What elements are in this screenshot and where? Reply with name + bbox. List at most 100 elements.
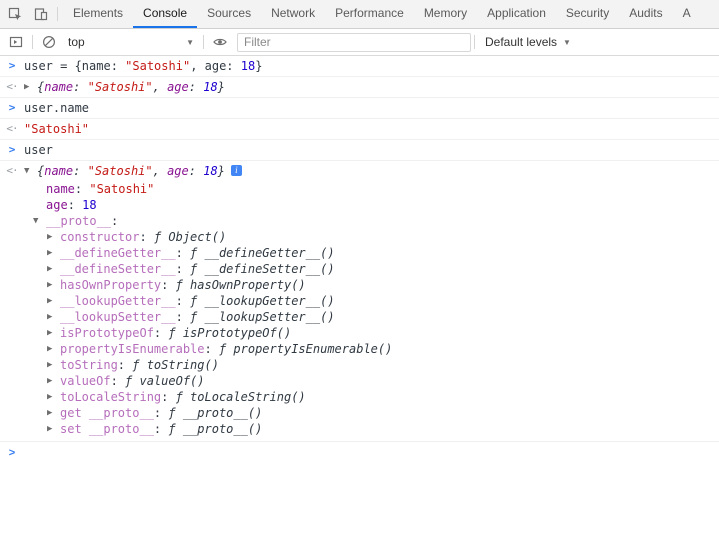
console-text: __defineGetter__: ƒ __defineGetter__() xyxy=(60,245,335,261)
proto-property-row: ▶__lookupGetter__: ƒ __lookupGetter__() xyxy=(0,293,719,309)
triangle-collapsed-icon[interactable]: ▶ xyxy=(47,341,60,357)
divider xyxy=(203,35,204,49)
console-text: get __proto__: ƒ __proto__() xyxy=(60,405,262,421)
info-icon[interactable]: i xyxy=(231,165,242,176)
console-text: user xyxy=(24,142,53,158)
triangle-collapsed-icon[interactable]: ▶ xyxy=(47,293,60,309)
result-chevron-icon: <· xyxy=(0,163,24,179)
console-text: isPrototypeOf: ƒ isPrototypeOf() xyxy=(60,325,291,341)
triangle-collapsed-icon[interactable]: ▶ xyxy=(47,309,60,325)
inspect-icon[interactable] xyxy=(2,1,28,27)
panel-tabbar: ElementsConsoleSourcesNetworkPerformance… xyxy=(0,0,719,29)
eye-icon[interactable] xyxy=(207,29,233,55)
panel-tabs: ElementsConsoleSourcesNetworkPerformance… xyxy=(63,0,719,28)
console-prompt: > xyxy=(0,442,719,463)
devtools-window: ElementsConsoleSourcesNetworkPerformance… xyxy=(0,0,719,463)
console-text: __proto__: xyxy=(46,213,118,229)
proto-property-row: ▶valueOf: ƒ valueOf() xyxy=(0,373,719,389)
property-row: age: 18 xyxy=(0,197,719,213)
proto-property-row: ▶__defineSetter__: ƒ __defineSetter__() xyxy=(0,261,719,277)
triangle-expanded-icon[interactable]: ▼ xyxy=(33,213,46,229)
proto-property-row: ▶__defineGetter__: ƒ __defineGetter__() xyxy=(0,245,719,261)
triangle-collapsed-icon[interactable]: ▶ xyxy=(47,261,60,277)
console-text: toString: ƒ toString() xyxy=(60,357,219,373)
triangle-collapsed-icon[interactable]: ▶ xyxy=(47,325,60,341)
console-text: {name: "Satoshi", age: 18} xyxy=(37,79,225,95)
triangle-collapsed-icon[interactable]: ▶ xyxy=(47,277,60,293)
console-text: __lookupGetter__: ƒ __lookupGetter__() xyxy=(60,293,335,309)
filter-input[interactable] xyxy=(237,33,471,52)
triangle-collapsed-icon[interactable]: ▶ xyxy=(47,245,60,261)
frame-context-selector[interactable]: top ▼ xyxy=(62,35,200,49)
proto-property-row: ▶toLocaleString: ƒ toLocaleString() xyxy=(0,389,719,405)
console-text: user = {name: "Satoshi", age: 18} xyxy=(24,58,262,74)
console-text: user.name xyxy=(24,100,89,116)
proto-property-row: ▶isPrototypeOf: ƒ isPrototypeOf() xyxy=(0,325,719,341)
prompt-chevron-icon: > xyxy=(0,445,24,461)
console-text: toLocaleString: ƒ toLocaleString() xyxy=(60,389,306,405)
console-text: name: "Satoshi" xyxy=(46,181,154,197)
triangle-collapsed-icon[interactable]: ▶ xyxy=(47,357,60,373)
console-result-row: <·"Satoshi" xyxy=(0,119,719,140)
tab-performance[interactable]: Performance xyxy=(325,0,414,28)
tab-security[interactable]: Security xyxy=(556,0,619,28)
command-chevron-icon: > xyxy=(0,58,24,74)
triangle-collapsed-icon[interactable]: ▶ xyxy=(47,373,60,389)
tab-audits[interactable]: Audits xyxy=(619,0,672,28)
log-levels-dropdown[interactable]: Default levels ▼ xyxy=(478,35,578,49)
divider xyxy=(32,35,33,49)
console-text: __defineSetter__: ƒ __defineSetter__() xyxy=(60,261,335,277)
console-text: constructor: ƒ Object() xyxy=(60,229,226,245)
triangle-expanded-icon[interactable]: ▼ xyxy=(24,163,37,179)
triangle-collapsed-icon[interactable]: ▶ xyxy=(47,389,60,405)
chevron-down-icon: ▼ xyxy=(563,38,571,47)
triangle-collapsed-icon[interactable]: ▶ xyxy=(24,79,37,95)
console-prompt-input[interactable] xyxy=(24,445,719,461)
console-command-row: >user = {name: "Satoshi", age: 18} xyxy=(0,56,719,77)
result-chevron-icon: <· xyxy=(0,79,24,95)
console-text: {name: "Satoshi", age: 18} xyxy=(37,163,225,179)
triangle-collapsed-icon[interactable]: ▶ xyxy=(47,405,60,421)
tabbar-icons xyxy=(0,0,63,28)
triangle-collapsed-icon[interactable]: ▶ xyxy=(47,421,60,437)
triangle-collapsed-icon[interactable]: ▶ xyxy=(47,229,60,245)
console-sidebar-icon[interactable] xyxy=(3,29,29,55)
console-text: __lookupSetter__: ƒ __lookupSetter__() xyxy=(60,309,335,325)
chevron-down-icon: ▼ xyxy=(186,38,194,47)
console-text: set __proto__: ƒ __proto__() xyxy=(60,421,262,437)
proto-property-row: ▶constructor: ƒ Object() xyxy=(0,229,719,245)
log-levels-label: Default levels xyxy=(485,35,557,49)
command-chevron-icon: > xyxy=(0,100,24,116)
tab-elements[interactable]: Elements xyxy=(63,0,133,28)
command-chevron-icon: > xyxy=(0,142,24,158)
result-chevron-icon: <· xyxy=(0,121,24,137)
console-command-row: >user xyxy=(0,140,719,161)
console-text: age: 18 xyxy=(46,197,97,213)
proto-property-row: ▶hasOwnProperty: ƒ hasOwnProperty() xyxy=(0,277,719,293)
tab-console[interactable]: Console xyxy=(133,0,197,28)
console-text: propertyIsEnumerable: ƒ propertyIsEnumer… xyxy=(60,341,392,357)
divider xyxy=(57,7,58,21)
tab-application[interactable]: Application xyxy=(477,0,556,28)
proto-property-row: ▶set __proto__: ƒ __proto__() xyxy=(0,421,719,442)
proto-property-row: ▶__lookupSetter__: ƒ __lookupSetter__() xyxy=(0,309,719,325)
clear-console-icon[interactable] xyxy=(36,29,62,55)
console-text: "Satoshi" xyxy=(24,121,89,137)
proto-property-row: ▶get __proto__: ƒ __proto__() xyxy=(0,405,719,421)
console-messages: >user = {name: "Satoshi", age: 18}<·▶{na… xyxy=(0,56,719,442)
tab-network[interactable]: Network xyxy=(261,0,325,28)
property-row: name: "Satoshi" xyxy=(0,181,719,197)
proto-property-row: ▶toString: ƒ toString() xyxy=(0,357,719,373)
tab-memory[interactable]: Memory xyxy=(414,0,477,28)
proto-property-row: ▶propertyIsEnumerable: ƒ propertyIsEnume… xyxy=(0,341,719,357)
console-result-row: <·▼{name: "Satoshi", age: 18} i xyxy=(0,161,719,181)
tab-a[interactable]: A xyxy=(673,0,701,28)
device-toolbar-icon[interactable] xyxy=(28,1,54,27)
tab-sources[interactable]: Sources xyxy=(197,0,261,28)
console-toolbar: top ▼ Default levels ▼ xyxy=(0,29,719,56)
console-text: hasOwnProperty: ƒ hasOwnProperty() xyxy=(60,277,306,293)
property-row: ▼__proto__: xyxy=(0,213,719,229)
console-command-row: >user.name xyxy=(0,98,719,119)
frame-context-value: top xyxy=(68,35,85,49)
divider xyxy=(474,35,475,49)
